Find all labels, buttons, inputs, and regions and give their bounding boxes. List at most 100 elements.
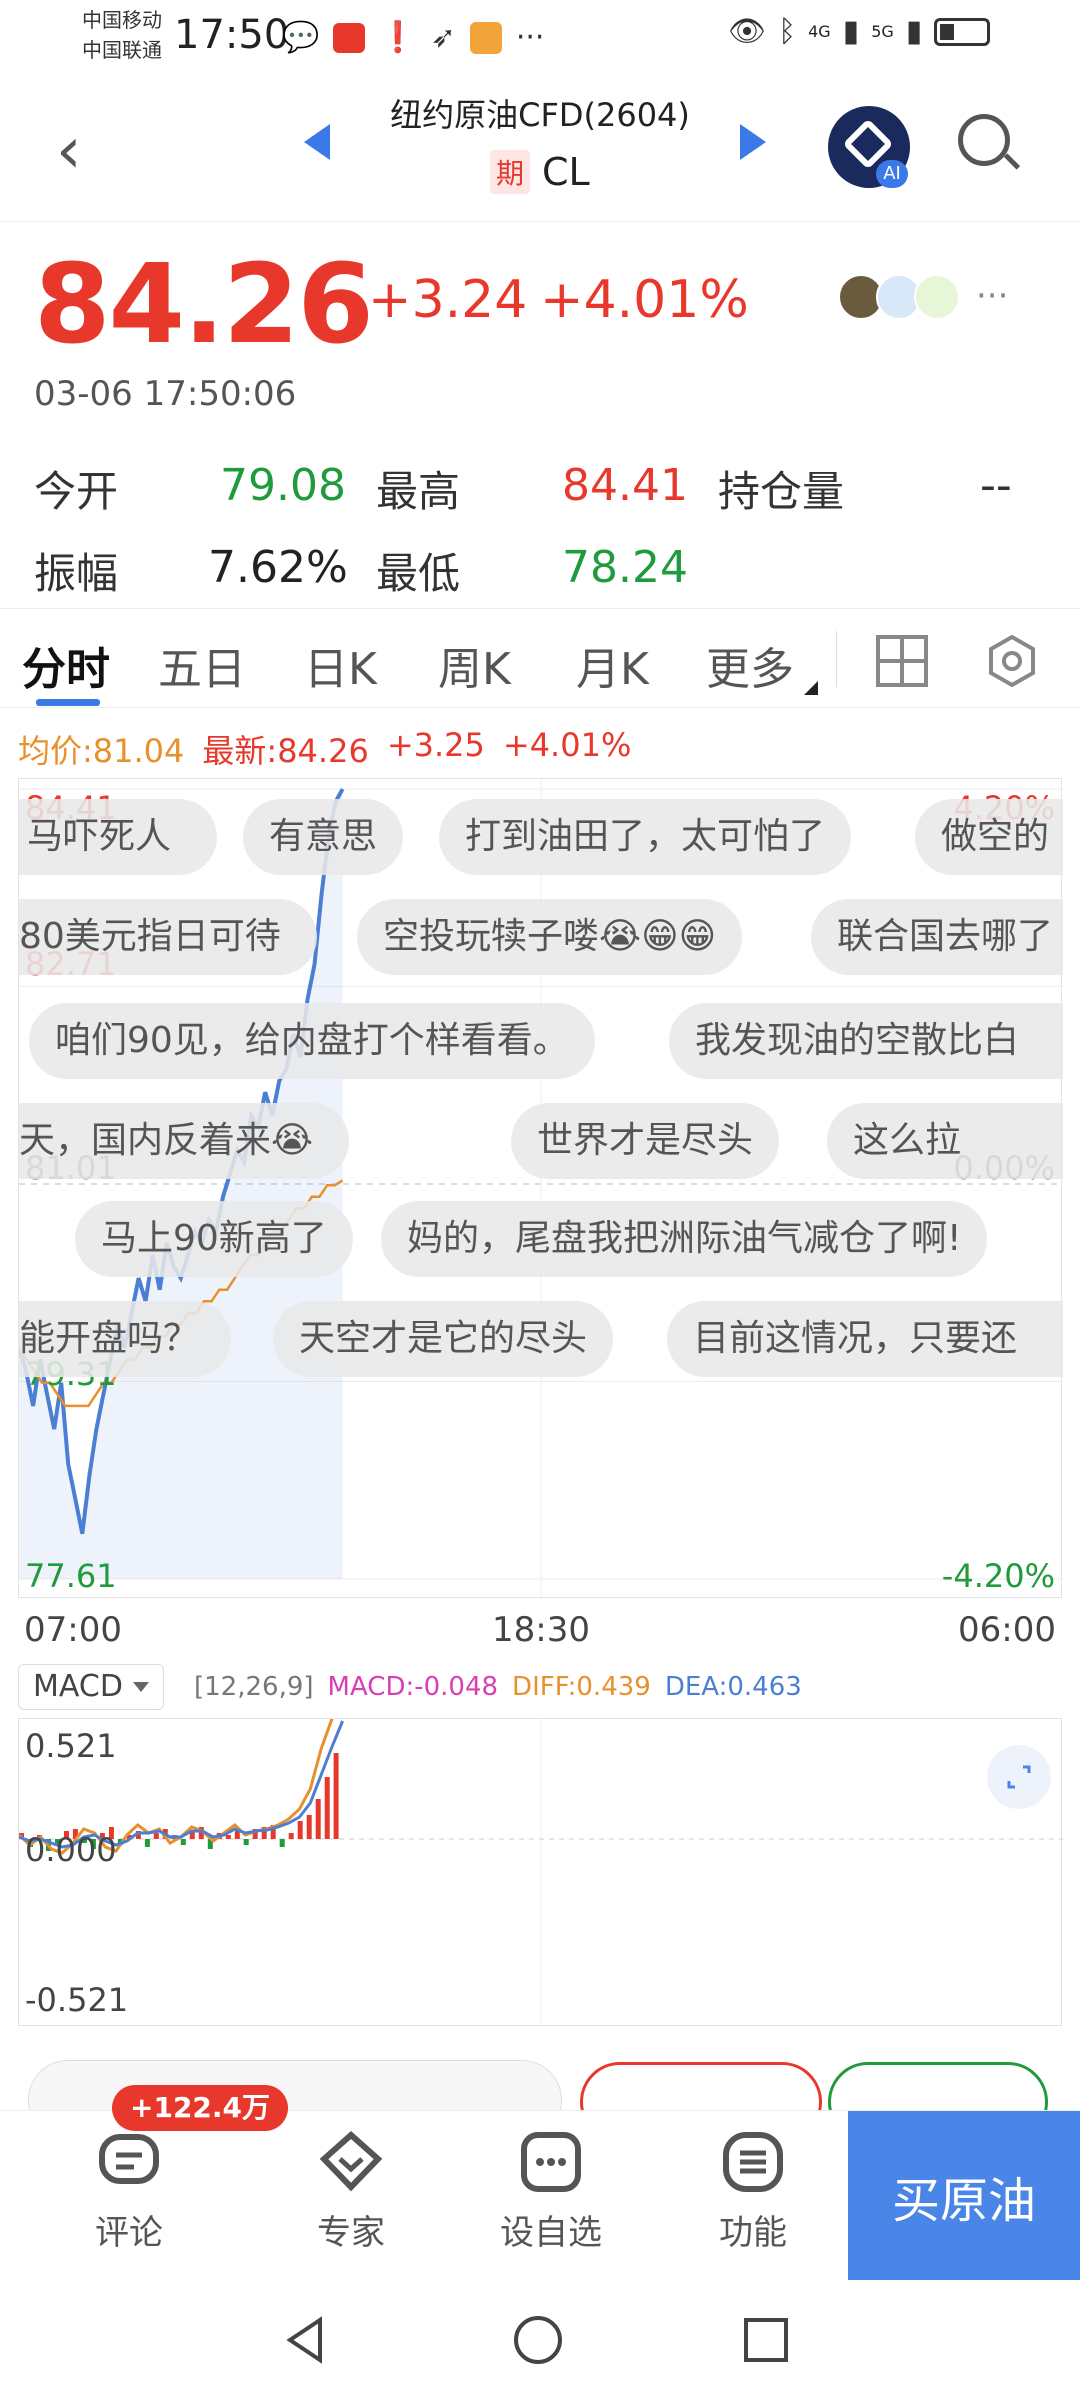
tab-five-day[interactable]: 五日	[158, 633, 246, 697]
macd-bar	[234, 1831, 240, 1839]
oi-value: --	[980, 460, 1012, 511]
expert-button[interactable]: 专家	[286, 2129, 416, 2254]
last-price: 84.26	[34, 240, 374, 368]
status-bar: 中国移动 中国联通 17:50 💬 ❗ ➶ ··· 👁 ᛒ 4G ▮ 5G ▮	[0, 0, 1080, 72]
high-label: 最高	[376, 467, 461, 516]
low-label: 最低	[376, 549, 461, 598]
indicator-select[interactable]: MACD	[18, 1664, 164, 1710]
menu-icon	[723, 2132, 783, 2192]
ai-assistant-button[interactable]: AI	[828, 106, 910, 188]
danmu-comment[interactable]: 这么拉	[827, 1103, 1063, 1179]
danmu-comment[interactable]: 马上90新高了	[75, 1201, 353, 1277]
danmu-comment[interactable]: 有意思	[243, 799, 404, 875]
chevron-down-icon	[132, 1682, 149, 1692]
dea-value: DEA:0.463	[664, 1672, 802, 1702]
more-dropdown-icon	[804, 681, 818, 695]
danmu-comment[interactable]: 天空才是它的尽头	[273, 1301, 614, 1377]
macd-bar	[306, 1815, 312, 1839]
nav-back-icon[interactable]	[280, 2314, 332, 2366]
functions-button[interactable]: 功能	[688, 2129, 818, 2254]
latest-pct-legend: +4.01%	[502, 726, 632, 764]
signal-icon: ▮	[842, 14, 860, 49]
futures-badge: 期	[490, 150, 531, 194]
macd-bar	[180, 1839, 186, 1845]
y-tick-left: 77.61	[25, 1557, 117, 1595]
macd-legend: [12,26,9] MACD:-0.048 DIFF:0.439 DEA:0.4…	[194, 1672, 802, 1702]
price-change: +3.24	[368, 270, 528, 330]
danmu-comment[interactable]: 天，国内反着来😭	[19, 1103, 349, 1179]
tab-daily-k[interactable]: 日K	[304, 633, 377, 697]
macd-y-tick: -0.521	[25, 1981, 129, 2019]
danmu-comment[interactable]: 妈的，尾盘我把洲际油气减仓了啊!	[381, 1201, 988, 1277]
settings-icon[interactable]	[984, 633, 1040, 689]
nav-home-icon[interactable]	[512, 2314, 564, 2366]
system-nav-bar	[0, 2280, 1080, 2400]
contract-code: CL	[542, 150, 590, 194]
macd-chart-svg	[19, 1719, 1063, 2027]
watchlist-label: 设自选	[500, 2213, 602, 2253]
diff-value: DIFF:0.439	[512, 1672, 651, 1702]
battery-icon	[934, 17, 991, 46]
comment-button[interactable]: 评论	[64, 2129, 194, 2254]
avg-price-legend: 均价:81.04	[18, 732, 185, 770]
danmu-comment[interactable]: 我发现油的空散比白	[669, 1003, 1063, 1079]
x-tick: 07:00	[24, 1610, 122, 1650]
signal-5g-label: 5G	[871, 22, 894, 41]
macd-chart[interactable]: 0.521 0.000 -0.521	[18, 1718, 1063, 2027]
app-notify-icon	[333, 22, 366, 53]
intraday-chart[interactable]: 84.41 82.71 81.01 79.31 77.61 4.20% 0.00…	[18, 778, 1063, 1599]
danmu-comment[interactable]: 马吓死人	[19, 799, 217, 875]
add-watchlist-button[interactable]: 设自选	[486, 2129, 616, 2254]
tab-divider	[836, 631, 837, 687]
amplitude-value: 7.62%	[208, 542, 348, 593]
danmu-comment[interactable]: 目前这情况，只要还	[667, 1301, 1063, 1377]
oi-label: 持仓量	[718, 467, 845, 516]
system-icons: 👁 ᛒ 4G ▮ 5G ▮	[728, 14, 991, 49]
low-value: 78.24	[562, 542, 688, 593]
macd-y-tick: 0.000	[25, 1831, 117, 1869]
nav-recents-icon[interactable]	[742, 2316, 790, 2364]
danmu-comment[interactable]: 咱们90见，给内盘打个样看看。	[29, 1003, 595, 1079]
wechat-icon: 💬	[282, 20, 320, 55]
danmu-comment[interactable]: 空投玩犊子喽😭😁😁	[357, 899, 743, 975]
macd-y-tick: 0.521	[25, 1727, 117, 1765]
open-value: 79.08	[220, 460, 346, 511]
carrier-1: 中国移动	[82, 8, 162, 32]
send-icon: ➶	[430, 20, 456, 55]
expand-icon[interactable]	[987, 1745, 1051, 1809]
danmu-comment[interactable]: 能开盘吗？	[19, 1301, 231, 1377]
x-tick: 18:30	[492, 1610, 590, 1650]
macd-bar	[333, 1753, 339, 1839]
tab-monthly-k[interactable]: 月K	[576, 633, 649, 697]
avatar	[914, 274, 960, 320]
buy-crude-button[interactable]: 买原油	[848, 2111, 1080, 2281]
indicator-select-label: MACD	[33, 1669, 123, 1704]
chart-legend: 均价:81.04 最新:84.26 +3.25 +4.01%	[18, 726, 631, 772]
danmu-comment[interactable]: 做空的	[915, 799, 1063, 875]
tab-more[interactable]: 更多	[706, 633, 794, 697]
watchlist-icon	[521, 2132, 581, 2192]
eye-icon: 👁	[728, 14, 767, 49]
danmu-comment[interactable]: 联合国去哪了	[811, 899, 1063, 975]
tab-weekly-k[interactable]: 周K	[438, 633, 511, 697]
status-clock: 17:50	[174, 12, 290, 58]
layout-grid-icon[interactable]	[876, 635, 928, 687]
danmu-comment[interactable]: 打到油田了，太可怕了	[439, 799, 852, 875]
more-icon[interactable]: ···	[976, 276, 1008, 316]
amplitude-label: 振幅	[34, 549, 119, 598]
y-tick-right: -4.20%	[941, 1557, 1055, 1595]
functions-label: 功能	[719, 2213, 787, 2253]
macd-bar	[315, 1799, 321, 1839]
next-contract-icon[interactable]	[740, 124, 766, 160]
social-avatars[interactable]	[838, 274, 960, 320]
danmu-comment[interactable]: 80美元指日可待	[19, 899, 317, 975]
app-icon	[469, 21, 502, 54]
chart-tabs: 分时 五日 日K 周K 月K 更多	[0, 608, 1080, 708]
comment-label: 评论	[95, 2213, 163, 2253]
tab-intraday[interactable]: 分时	[22, 633, 110, 697]
danmu-comment[interactable]: 世界才是尽头	[511, 1103, 780, 1179]
macd-value: MACD:-0.048	[327, 1672, 499, 1702]
search-icon[interactable]	[958, 114, 1021, 170]
bottom-action-bar: 评论 +122.4万 专家 设自选 功能 买原油	[0, 2085, 1080, 2281]
signal-4g-label: 4G	[808, 22, 831, 41]
